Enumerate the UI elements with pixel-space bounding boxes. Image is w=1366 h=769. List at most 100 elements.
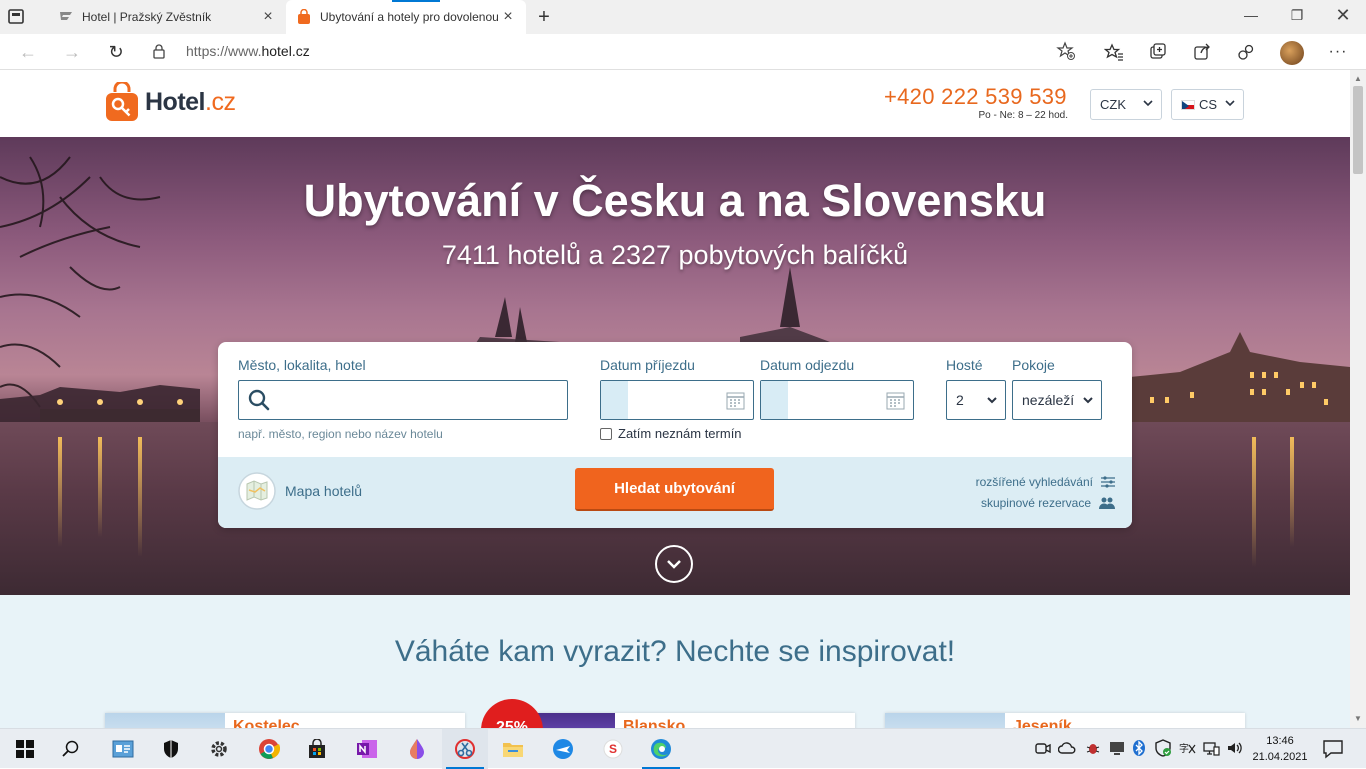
- chrome-icon: [259, 739, 280, 759]
- search-form: Město, lokalita, hotel např. město, regi…: [218, 342, 1132, 528]
- add-favorite-star-icon[interactable]: [1056, 41, 1076, 61]
- search-icon: [62, 740, 79, 757]
- windows-start-icon[interactable]: [2, 729, 48, 769]
- store-app-icon[interactable]: [294, 729, 340, 769]
- system-clock[interactable]: 13:46 21.04.2021: [1248, 733, 1312, 765]
- hero-banner: Ubytování v Česku a na Slovensku 7411 ho…: [0, 137, 1350, 595]
- hotel-map-label: Mapa hotelů: [285, 483, 363, 499]
- security-shield-tray-icon[interactable]: [1154, 739, 1172, 757]
- scroll-down-button[interactable]: [655, 545, 693, 583]
- snipping-tool-app-icon[interactable]: [442, 729, 488, 769]
- forward-arrow-icon[interactable]: →: [60, 40, 84, 64]
- minimize-icon[interactable]: —: [1236, 4, 1266, 26]
- contacts-app-icon[interactable]: [100, 729, 146, 769]
- web-page: Hotel.cz +420 222 539 539 Po - Ne: 8 – 2…: [0, 70, 1350, 728]
- favorites-icon[interactable]: [1104, 42, 1124, 62]
- cloud-tray-icon[interactable]: [1058, 739, 1076, 757]
- restore-icon[interactable]: ❐: [1282, 4, 1312, 26]
- scroll-up-arrow-icon[interactable]: ▲: [1353, 74, 1363, 84]
- calendar-icon: [726, 392, 745, 410]
- close-window-icon[interactable]: ✕: [1328, 4, 1358, 26]
- destination-name: Kostelec: [233, 718, 300, 728]
- search-accommodation-button[interactable]: Hledat ubytování: [575, 468, 774, 511]
- calendar-icon: [886, 392, 905, 410]
- travel-app-icon[interactable]: [540, 729, 586, 769]
- file-explorer-app-icon[interactable]: [490, 729, 536, 769]
- close-tab-icon[interactable]: ×: [260, 8, 276, 26]
- date-fill: [601, 381, 628, 419]
- arrival-label: Datum příjezdu: [600, 357, 695, 373]
- destination-card[interactable]: Blansko: [495, 713, 855, 728]
- phone-number[interactable]: +420 222 539 539: [884, 84, 1067, 110]
- search-taskbar-icon[interactable]: [48, 729, 94, 769]
- security-app-icon[interactable]: [148, 729, 194, 769]
- rooms-select[interactable]: nezáleží: [1012, 380, 1102, 420]
- url-prefix: https://www.: [186, 43, 262, 59]
- advanced-search-label: rozšířené vyhledávání: [975, 475, 1093, 489]
- page-scrollbar[interactable]: ▲ ▼: [1350, 70, 1366, 728]
- webcam-tray-icon[interactable]: [1034, 739, 1052, 757]
- reload-icon[interactable]: ↻: [104, 40, 128, 64]
- search-icon: [248, 389, 270, 411]
- chrome-app-icon[interactable]: [246, 729, 292, 769]
- hotel-map-link[interactable]: Mapa hotelů: [238, 472, 362, 510]
- address-bar[interactable]: https://www.hotel.cz: [144, 36, 1086, 66]
- language-tray-icon[interactable]: 字: [1178, 739, 1196, 757]
- volume-tray-icon[interactable]: [1226, 739, 1244, 757]
- language-select[interactable]: CS: [1171, 89, 1244, 120]
- destination-card[interactable]: Jeseník: [885, 713, 1245, 728]
- currency-select[interactable]: CZK: [1090, 89, 1162, 120]
- collections-icon[interactable]: [1148, 42, 1168, 62]
- scrollbar-thumb[interactable]: [1353, 86, 1363, 174]
- share-icon[interactable]: [1192, 42, 1212, 62]
- edge-app-icon[interactable]: [638, 729, 684, 769]
- close-tab-icon[interactable]: ×: [500, 8, 516, 26]
- scroll-down-arrow-icon[interactable]: ▼: [1353, 714, 1363, 724]
- clock-date: 21.04.2021: [1252, 751, 1308, 763]
- inspiration-heading: Váháte kam vyrazit? Nechte se inspirovat…: [394, 635, 956, 668]
- svg-text:字: 字: [1179, 742, 1189, 755]
- swiftkey-app-icon[interactable]: S: [590, 729, 636, 769]
- site-favicon-icon: [60, 12, 72, 20]
- chevron-down-icon: [987, 397, 997, 404]
- id-card-icon: [112, 740, 134, 758]
- paint-app-icon[interactable]: [394, 729, 440, 769]
- tab-prazsky-zvestnik[interactable]: Hotel | Pražský Zvěstník ×: [48, 0, 286, 34]
- unknown-date-option[interactable]: Zatím neznám termín: [600, 426, 742, 441]
- tab-actions-icon[interactable]: [6, 7, 28, 27]
- group-reservation-link[interactable]: skupinové rezervace: [981, 496, 1115, 510]
- s-letter-icon: S: [603, 739, 623, 759]
- hotel-cz-logo[interactable]: Hotel.cz: [105, 82, 236, 122]
- lock-icon[interactable]: [144, 43, 174, 59]
- destination-card[interactable]: Kostelec: [105, 713, 465, 728]
- windows-logo-icon: [16, 740, 34, 758]
- guests-select[interactable]: 2: [946, 380, 1006, 420]
- network-tray-icon[interactable]: [1202, 739, 1220, 757]
- unknown-date-checkbox[interactable]: [600, 427, 612, 440]
- back-arrow-icon[interactable]: ←: [16, 40, 40, 64]
- extensions-icon[interactable]: [1236, 42, 1256, 62]
- light-reflection: [1252, 437, 1256, 567]
- settings-app-icon[interactable]: [196, 729, 242, 769]
- arrival-date-input[interactable]: [600, 380, 754, 420]
- bluetooth-tray-icon[interactable]: [1130, 739, 1148, 757]
- language-value: CS: [1199, 97, 1218, 112]
- advanced-search-link[interactable]: rozšířené vyhledávání: [976, 475, 1115, 489]
- tab-hotel-cz[interactable]: Ubytování a hotely pro dovolenou ×: [286, 0, 526, 34]
- departure-date-input[interactable]: [760, 380, 914, 420]
- clock-time: 13:46: [1266, 735, 1294, 747]
- url-text[interactable]: https://www.hotel.cz: [186, 43, 310, 59]
- monitor-tray-icon[interactable]: [1108, 739, 1126, 757]
- date-fill: [761, 381, 788, 419]
- guests-label: Hosté: [946, 357, 983, 373]
- location-label: Město, lokalita, hotel: [238, 357, 366, 373]
- bug-tray-icon[interactable]: [1084, 739, 1102, 757]
- more-options-icon[interactable]: ···: [1326, 40, 1350, 64]
- location-input[interactable]: [238, 380, 568, 420]
- new-tab-plus-icon[interactable]: +: [532, 5, 556, 29]
- group-reservation-label: skupinové rezervace: [980, 496, 1091, 510]
- profile-avatar[interactable]: [1280, 41, 1304, 65]
- edge-icon: [651, 739, 671, 759]
- onenote-app-icon[interactable]: [344, 729, 390, 769]
- notifications-icon[interactable]: [1322, 739, 1344, 759]
